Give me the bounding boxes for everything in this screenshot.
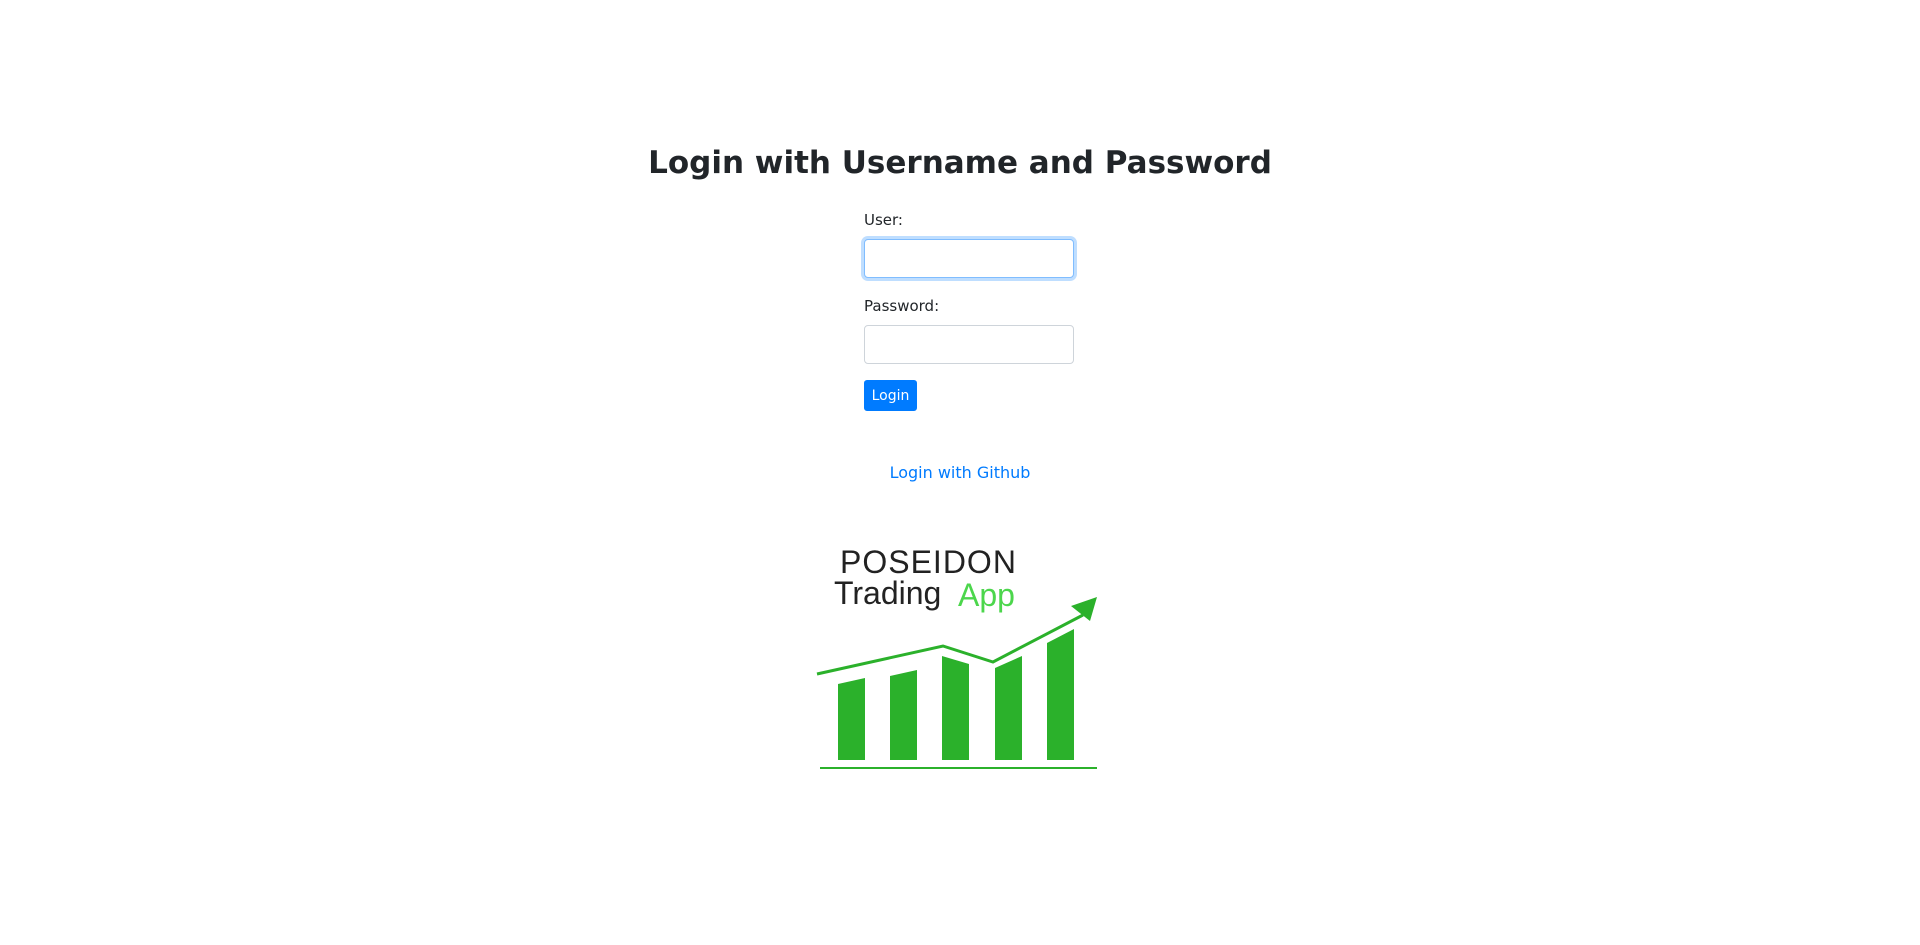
login-form: User: Password: Login: [864, 210, 1074, 411]
logo-text-trading: Trading: [834, 575, 941, 611]
login-page: Login with Username and Password User: P…: [0, 0, 1920, 945]
logo-bar: [890, 670, 917, 760]
user-label: User:: [864, 211, 903, 229]
password-input[interactable]: [864, 325, 1074, 364]
github-login-link[interactable]: Login with Github: [890, 463, 1031, 482]
poseidon-logo: POSEIDON Trading App: [816, 544, 1097, 769]
logo-text-app: App: [958, 577, 1015, 613]
page-title: Login with Username and Password: [648, 145, 1272, 181]
logo-bar: [995, 656, 1022, 760]
logo-bar: [942, 656, 969, 760]
password-label: Password:: [864, 297, 940, 315]
login-button[interactable]: Login: [864, 380, 917, 411]
github-login-container: Login with Github: [0, 462, 1920, 484]
logo-arrow-head-icon: [1071, 597, 1097, 621]
logo-bar: [838, 678, 865, 760]
user-input[interactable]: [864, 239, 1074, 278]
logo-bar: [1047, 629, 1074, 760]
